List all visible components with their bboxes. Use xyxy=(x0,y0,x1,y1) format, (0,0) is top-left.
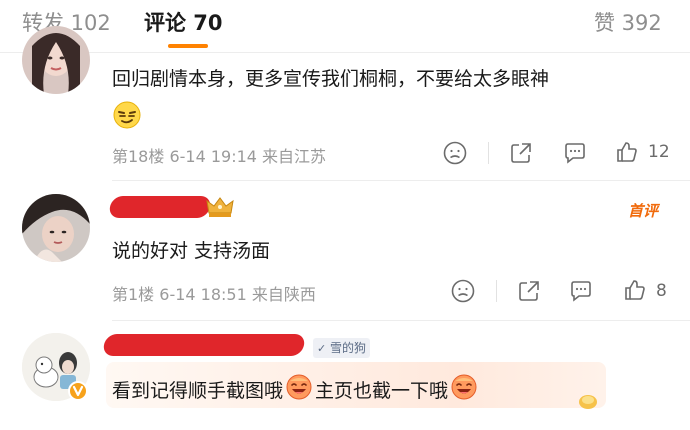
comment-text: 主页也截一下哦 xyxy=(315,380,449,402)
comment-item: ✓ 雪的狗 看到记得顺手截图哦 主页也截一下哦 xyxy=(0,0,690,430)
lol-face-emoji xyxy=(450,373,478,406)
bubble-decoration-icon xyxy=(579,395,597,409)
verified-badge-icon xyxy=(68,381,88,401)
lol-face-emoji xyxy=(285,373,313,406)
redacted-username[interactable] xyxy=(102,334,306,356)
fan-tag-label: 雪的狗 xyxy=(330,341,367,355)
fan-tag[interactable]: ✓ 雪的狗 xyxy=(313,338,371,358)
comment-text: 看到记得顺手截图哦 xyxy=(112,380,284,402)
comment-text-row: 看到记得顺手截图哦 主页也截一下哦 xyxy=(112,373,478,406)
